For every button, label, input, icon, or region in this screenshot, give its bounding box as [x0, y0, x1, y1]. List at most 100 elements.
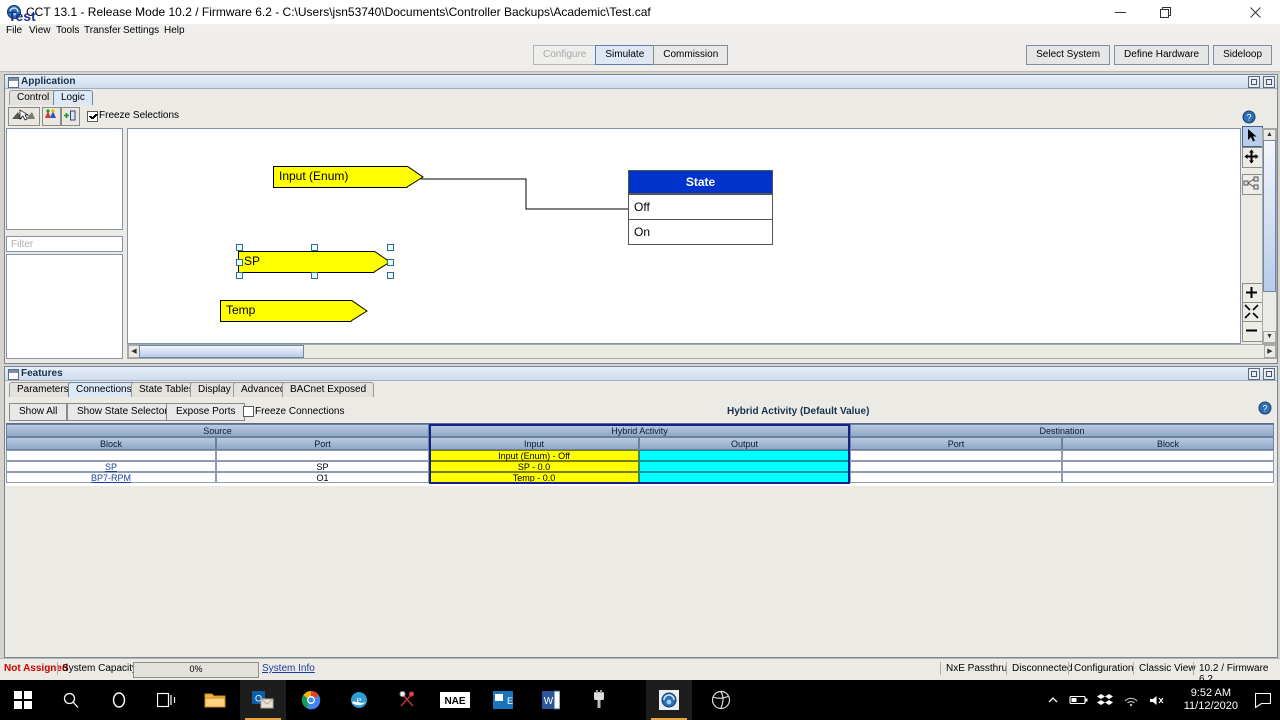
sp-block[interactable]: SP — [238, 251, 391, 273]
outlook-icon[interactable]: O — [240, 680, 286, 720]
canvas-scroll-right[interactable]: ▶ — [1264, 345, 1276, 358]
pan-tool-icon[interactable] — [1242, 147, 1263, 168]
selection-handle[interactable] — [236, 244, 243, 251]
configure-button[interactable]: Configure — [533, 45, 597, 65]
network-icon[interactable] — [1118, 694, 1144, 706]
table-row[interactable] — [850, 461, 1062, 472]
media-icon[interactable] — [698, 680, 744, 720]
show-all-button[interactable]: Show All — [9, 403, 68, 421]
table-row[interactable]: O1 — [216, 472, 429, 483]
cct-app-icon[interactable] — [646, 680, 692, 720]
select-system-button[interactable]: Select System — [1026, 45, 1111, 65]
selection-handle[interactable] — [387, 244, 394, 251]
status-nxe-passthru[interactable]: NxE Passthru — [946, 663, 1007, 674]
system-info-link[interactable]: System Info — [262, 663, 315, 674]
zoom-out-icon[interactable] — [1242, 321, 1263, 342]
minimize-button[interactable] — [1098, 0, 1143, 24]
selection-handle[interactable] — [236, 259, 243, 266]
zoom-in-icon[interactable] — [1242, 283, 1263, 304]
taskbar-clock[interactable]: 9:52 AM 11/12/2020 — [1184, 680, 1238, 720]
select-tool-button[interactable] — [8, 107, 40, 126]
table-row[interactable] — [639, 450, 850, 461]
freeze-connections-checkbox[interactable] — [243, 406, 254, 417]
add-item-button[interactable] — [61, 107, 80, 126]
state-row-on[interactable]: On — [629, 219, 772, 244]
start-button-icon[interactable] — [0, 680, 46, 720]
table-row[interactable] — [216, 450, 429, 461]
panel-maximize-button[interactable] — [1263, 76, 1275, 88]
menu-item-help[interactable]: Help — [160, 24, 189, 38]
define-hardware-button[interactable]: Define Hardware — [1114, 45, 1210, 65]
dropbox-icon[interactable] — [1092, 693, 1118, 707]
canvas-scroll-down[interactable]: ▼ — [1263, 331, 1276, 343]
file-explorer-icon[interactable] — [192, 680, 238, 720]
internet-explorer-icon[interactable]: e — [336, 680, 382, 720]
status-connection[interactable]: Disconnected — [1012, 663, 1073, 674]
menu-item-view[interactable]: View — [25, 24, 55, 38]
show-hidden-icons-icon[interactable] — [1040, 694, 1066, 706]
menu-item-settings[interactable]: Settings — [119, 24, 163, 38]
selection-handle[interactable] — [311, 272, 318, 279]
table-row[interactable]: BP7-RPM — [6, 472, 216, 483]
table-row[interactable] — [6, 450, 216, 461]
expose-ports-button[interactable]: Expose Ports — [166, 403, 246, 421]
battery-icon[interactable] — [1066, 694, 1092, 706]
tab-control[interactable]: Control — [9, 90, 58, 105]
chrome-icon[interactable] — [288, 680, 334, 720]
selection-handle[interactable] — [236, 272, 243, 279]
filter-input[interactable]: Filter — [6, 236, 123, 252]
canvas-vscroll-thumb[interactable] — [1263, 140, 1276, 292]
simulate-button[interactable]: Simulate — [595, 45, 655, 65]
selection-handle[interactable] — [387, 259, 394, 266]
input-enum-block[interactable]: Input (Enum) — [273, 166, 424, 188]
panel-restore-button[interactable] — [1248, 76, 1260, 88]
word-icon[interactable]: W — [528, 680, 574, 720]
selection-handle[interactable] — [387, 272, 394, 279]
palette-button[interactable] — [42, 107, 61, 126]
plug-icon[interactable] — [576, 680, 622, 720]
zoom-fit-icon[interactable] — [1242, 302, 1263, 323]
table-row[interactable] — [1062, 450, 1274, 461]
table-row[interactable] — [850, 472, 1062, 483]
tab-connections[interactable]: Connections — [68, 382, 140, 397]
tab-display[interactable]: Display — [190, 382, 239, 397]
status-classic-view[interactable]: Classic View — [1139, 663, 1196, 674]
maximize-button[interactable] — [1143, 0, 1188, 24]
table-row[interactable]: SP — [216, 461, 429, 472]
table-row[interactable] — [639, 461, 850, 472]
sideloop-button[interactable]: Sideloop — [1213, 45, 1272, 65]
action-center-icon[interactable] — [1246, 680, 1280, 720]
freeze-selections-checkbox[interactable] — [87, 111, 98, 122]
cortana-icon[interactable] — [96, 680, 142, 720]
tab-bacnet-exposed[interactable]: BACnet Exposed — [282, 382, 375, 397]
canvas-help-icon[interactable]: ? — [1242, 110, 1259, 124]
snipping-tool-icon[interactable] — [384, 680, 430, 720]
pointer-tool-icon[interactable] — [1242, 126, 1263, 147]
volume-muted-icon[interactable] — [1144, 694, 1170, 707]
connect-tool-icon[interactable] — [1242, 174, 1263, 195]
table-row[interactable]: Input (Enum) - Off — [429, 450, 639, 461]
features-maximize-button[interactable] — [1263, 368, 1275, 380]
search-icon[interactable] — [48, 680, 94, 720]
metasys-icon[interactable]: E — [480, 680, 526, 720]
temp-block[interactable]: Temp — [220, 300, 368, 322]
table-row[interactable] — [1062, 472, 1274, 483]
tab-parameters[interactable]: Parameters — [9, 382, 77, 397]
table-row[interactable] — [1062, 461, 1274, 472]
task-view-icon[interactable] — [144, 680, 190, 720]
menu-item-tools[interactable]: Tools — [52, 24, 83, 38]
features-help-icon[interactable]: ? — [1258, 401, 1272, 415]
table-row[interactable]: Temp - 0.0 — [429, 472, 639, 483]
tab-logic[interactable]: Logic — [53, 90, 93, 105]
status-configuration[interactable]: Configuration — [1074, 663, 1133, 674]
features-restore-button[interactable] — [1248, 368, 1260, 380]
state-row-off[interactable]: Off — [629, 194, 772, 219]
table-row[interactable] — [639, 472, 850, 483]
selection-handle[interactable] — [311, 244, 318, 251]
commission-button[interactable]: Commission — [653, 45, 729, 65]
table-row[interactable] — [850, 450, 1062, 461]
nae-icon[interactable]: NAE — [432, 680, 478, 720]
activities-tree[interactable]: Activities Control View Connections - Ou… — [6, 128, 123, 230]
show-state-selector-button[interactable]: Show State Selector — [67, 403, 178, 421]
menu-item-file[interactable]: File — [2, 24, 26, 38]
